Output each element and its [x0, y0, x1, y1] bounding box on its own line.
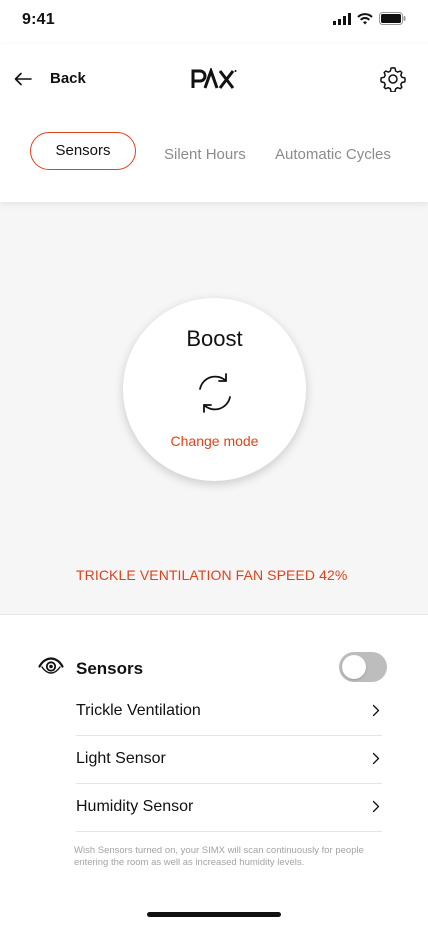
chevron-right-icon — [372, 800, 380, 813]
list-item-label: Trickle Ventilation — [76, 702, 201, 719]
chevron-right-icon — [372, 704, 380, 717]
sensors-note: Wish Sensors turned on, your SIMX will s… — [74, 845, 364, 868]
back-label: Back — [50, 70, 86, 87]
pax-logo-mark — [191, 66, 237, 89]
tab-bar: Sensors Silent Hours Automatic Cycles — [0, 132, 428, 172]
change-mode-link[interactable]: Change mode — [123, 433, 306, 449]
home-indicator — [147, 912, 281, 917]
battery-icon — [379, 12, 406, 25]
tab-sensors[interactable]: Sensors — [30, 132, 136, 170]
list-item-label: Light Sensor — [76, 750, 166, 767]
pax-logo — [191, 66, 237, 95]
chevron-right-icon — [372, 752, 380, 765]
list-item-light-sensor[interactable]: Light Sensor — [76, 736, 382, 784]
eye-icon — [38, 657, 64, 674]
sensors-toggle[interactable] — [339, 652, 387, 682]
mode-title: Boost — [186, 326, 243, 351]
toggle-knob — [342, 655, 366, 679]
settings-button[interactable] — [380, 66, 406, 97]
list-item-humidity-sensor[interactable]: Humidity Sensor — [76, 784, 382, 832]
tab-silent-hours[interactable]: Silent Hours — [164, 135, 246, 175]
back-arrow-icon — [14, 72, 32, 85]
header: Back Sensors Silent Hours Automatic Cycl… — [0, 44, 428, 202]
status-bar: 9:41 — [0, 0, 428, 44]
wifi-icon — [357, 12, 373, 24]
fan-speed-text: TRICKLE VENTILATION FAN SPEED 42% — [76, 567, 348, 583]
sensors-label: Sensors — [76, 659, 144, 678]
list-item-trickle-ventilation[interactable]: Trickle Ventilation — [76, 688, 382, 736]
list-item-label: Humidity Sensor — [76, 798, 194, 815]
sensors-row: Sensors — [38, 652, 388, 685]
sensor-list: Trickle Ventilation Light Sensor Humidit… — [76, 688, 382, 832]
mode-selector[interactable]: Boost Change mode — [123, 298, 306, 481]
status-icons — [333, 12, 406, 25]
sensors-panel: Sensors Trickle Ventilation Light Sensor… — [0, 614, 428, 927]
gear-icon — [380, 67, 406, 93]
back-button[interactable]: Back — [14, 70, 86, 87]
signal-icon — [333, 12, 351, 25]
tab-automatic-cycles[interactable]: Automatic Cycles — [275, 135, 391, 175]
cycle-icon — [199, 373, 231, 413]
status-time: 9:41 — [22, 11, 55, 28]
